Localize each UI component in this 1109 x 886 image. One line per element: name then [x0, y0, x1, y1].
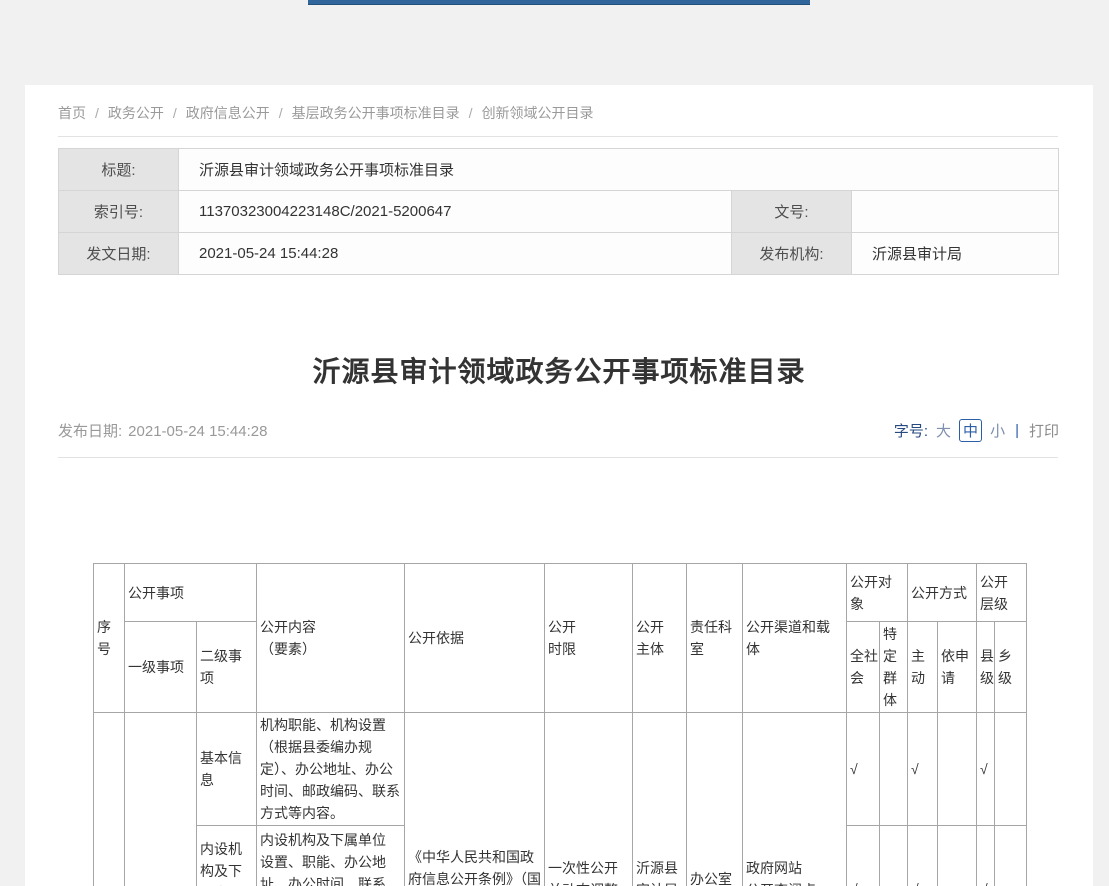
doc-info-row-index: 索引号: 11370323004223148C/2021-5200647 文号:	[59, 191, 1059, 233]
cell-xiangji-1	[995, 713, 1027, 826]
font-size-large-button[interactable]: 大	[936, 420, 951, 441]
col-header-neirong: 公开内容 （要素）	[257, 564, 405, 713]
breadcrumb-link-home[interactable]: 首页	[58, 105, 86, 121]
cell-xiangji-2	[995, 826, 1027, 886]
font-size-medium-button[interactable]: 中	[959, 419, 982, 442]
col-header-xiangji: 乡 级	[995, 622, 1027, 713]
publish-date-label: 发布日期:	[58, 423, 122, 440]
col-header-teding: 特 定 群 体	[880, 622, 908, 713]
check-zhudong-1: √	[908, 713, 938, 826]
meta-divider	[58, 457, 1058, 458]
breadcrumb-separator: /	[469, 105, 473, 121]
col-header-yiju: 公开依据	[405, 564, 545, 713]
col-header-erji: 二级事 项	[197, 622, 257, 713]
cell-teding-2	[880, 826, 908, 886]
breadcrumb: 首页 / 政务公开 / 政府信息公开 / 基层政务公开事项标准目录 / 创新领域公开目录	[25, 85, 1093, 123]
check-quanshehui-1: √	[847, 713, 880, 826]
col-header-xuhao: 序 号	[94, 564, 125, 713]
doc-date-label: 发文日期:	[59, 233, 179, 275]
col-header-yiji: 一级事项	[125, 622, 197, 713]
breadcrumb-divider	[58, 136, 1058, 137]
cell-yiju: 《中华人民共和国政府信息公开条例》（国务院令第711号）	[405, 713, 545, 886]
cell-yishenqing-1	[938, 713, 977, 826]
col-header-cengji: 公开 层级	[977, 564, 1027, 622]
cell-xuhao	[94, 713, 125, 886]
cell-qudao: 政府网站 公开查阅点	[743, 713, 847, 886]
doc-info-row-title: 标题: 沂源县审计领域政务公开事项标准目录	[59, 149, 1059, 191]
table-row: 基本信 息 机构职能、机构设置（根据县委编办规定）、办公地址、办公时间、邮政编码…	[94, 713, 1027, 826]
col-header-quanshehui: 全社 会	[847, 622, 880, 713]
doc-title-label: 标题:	[59, 149, 179, 191]
cell-zhuti: 沂源县 审计局	[633, 713, 687, 886]
cell-erji-1: 基本信 息	[197, 713, 257, 826]
check-xianji-2: √	[977, 826, 995, 886]
doc-number-value	[852, 191, 1059, 233]
breadcrumb-link-bzml[interactable]: 基层政务公开事项标准目录	[292, 105, 460, 121]
top-nav-bar-edge	[308, 0, 810, 5]
font-size-small-button[interactable]: 小	[990, 420, 1005, 441]
breadcrumb-link-xxgk[interactable]: 政府信息公开	[186, 105, 270, 121]
doc-agency-value: 沂源县审计局	[852, 233, 1059, 275]
breadcrumb-separator: /	[173, 105, 177, 121]
print-button[interactable]: 打印	[1029, 420, 1059, 441]
col-header-zhuti: 公开 主体	[633, 564, 687, 713]
meta-separator: |	[1015, 422, 1019, 439]
publish-date: 发布日期: 2021-05-24 15:44:28	[58, 420, 267, 441]
col-header-xianji: 县 级	[977, 622, 995, 713]
doc-index-label: 索引号:	[59, 191, 179, 233]
cell-erji-2: 内设机 构及下 属事业 单位	[197, 826, 257, 886]
doc-date-value: 2021-05-24 15:44:28	[179, 233, 732, 275]
col-header-gongkai-shixiang: 公开事项	[125, 564, 257, 622]
doc-number-label: 文号:	[732, 191, 852, 233]
col-header-qudao: 公开渠道和载 体	[743, 564, 847, 713]
cell-yishenqing-2	[938, 826, 977, 886]
check-xianji-1: √	[977, 713, 995, 826]
breadcrumb-link-zwgk[interactable]: 政务公开	[108, 105, 164, 121]
font-size-label: 字号:	[894, 420, 928, 441]
doc-agency-label: 发布机构:	[732, 233, 852, 275]
catalog-header-row-1: 序 号 公开事项 公开内容 （要素） 公开依据 公开 时限 公开 主体 责任科 …	[94, 564, 1027, 622]
check-quanshehui-2: √	[847, 826, 880, 886]
breadcrumb-link-current[interactable]: 创新领域公开目录	[482, 105, 594, 121]
doc-index-value: 11370323004223148C/2021-5200647	[179, 191, 732, 233]
col-header-zhudong: 主 动	[908, 622, 938, 713]
cell-teding-1	[880, 713, 908, 826]
check-zhudong-2: √	[908, 826, 938, 886]
breadcrumb-separator: /	[95, 105, 99, 121]
cell-keshi: 办公室	[687, 713, 743, 886]
content-panel: 首页 / 政务公开 / 政府信息公开 / 基层政务公开事项标准目录 / 创新领域公开目录 标题:…	[25, 85, 1093, 886]
col-header-duixiang: 公开对 象	[847, 564, 908, 622]
cell-neirong-1: 机构职能、机构设置（根据县委编办规定）、办公地址、办公时间、邮政编码、联系方式等…	[257, 713, 405, 826]
doc-title-value: 沂源县审计领域政务公开事项标准目录	[179, 149, 1059, 191]
cell-yiji-shixiang	[125, 713, 197, 886]
catalog-table: 序 号 公开事项 公开内容 （要素） 公开依据 公开 时限 公开 主体 责任科 …	[93, 563, 1027, 886]
col-header-yishenqing: 依申 请	[938, 622, 977, 713]
font-size-widget: 字号: 大 中 小 | 打印	[894, 419, 1059, 442]
publish-date-value: 2021-05-24 15:44:28	[128, 423, 267, 440]
breadcrumb-separator: /	[279, 105, 283, 121]
col-header-shixian: 公开 时限	[545, 564, 633, 713]
col-header-keshi: 责任科 室	[687, 564, 743, 713]
page-title: 沂源县审计领域政务公开事项标准目录	[25, 350, 1093, 390]
doc-info-row-date: 发文日期: 2021-05-24 15:44:28 发布机构: 沂源县审计局	[59, 233, 1059, 275]
cell-neirong-2: 内设机构及下属单位 设置、职能、办公地 址、办公时间、联系 方式、负责人姓名等	[257, 826, 405, 886]
doc-info-table: 标题: 沂源县审计领域政务公开事项标准目录 索引号: 1137032300422…	[58, 148, 1059, 275]
article-meta-row: 发布日期: 2021-05-24 15:44:28 字号: 大 中 小 | 打印	[58, 419, 1059, 442]
cell-shixian: 一次性公开 并动态调整	[545, 713, 633, 886]
col-header-fangshi: 公开方式	[908, 564, 977, 622]
